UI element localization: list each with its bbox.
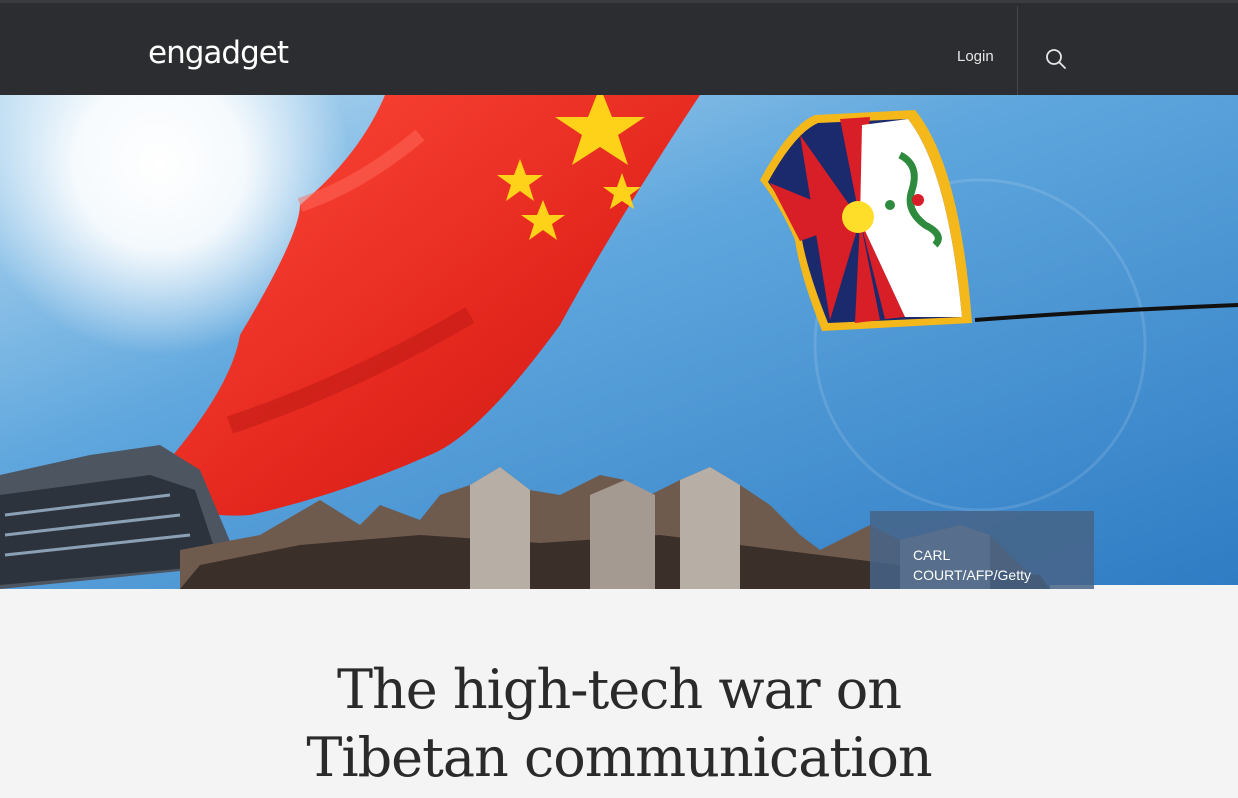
engadget-logo[interactable]: engadget [148,33,289,73]
photo-credit: CARL COURT/AFP/Getty Images [913,547,1031,589]
photo-credit-box: CARL COURT/AFP/Getty Images [870,511,1094,589]
article-title: The high-tech war on Tibetan communicati… [0,656,1238,792]
top-navigation-bar: engadget Login [0,0,1238,98]
search-icon[interactable] [1045,48,1067,70]
nav-divider [1017,6,1018,98]
login-link[interactable]: Login [957,48,994,65]
hero-image: CARL COURT/AFP/Getty Images [0,95,1238,589]
article-title-line-1: The high-tech war on [336,658,902,721]
article-title-line-2: Tibetan communication [306,726,932,789]
